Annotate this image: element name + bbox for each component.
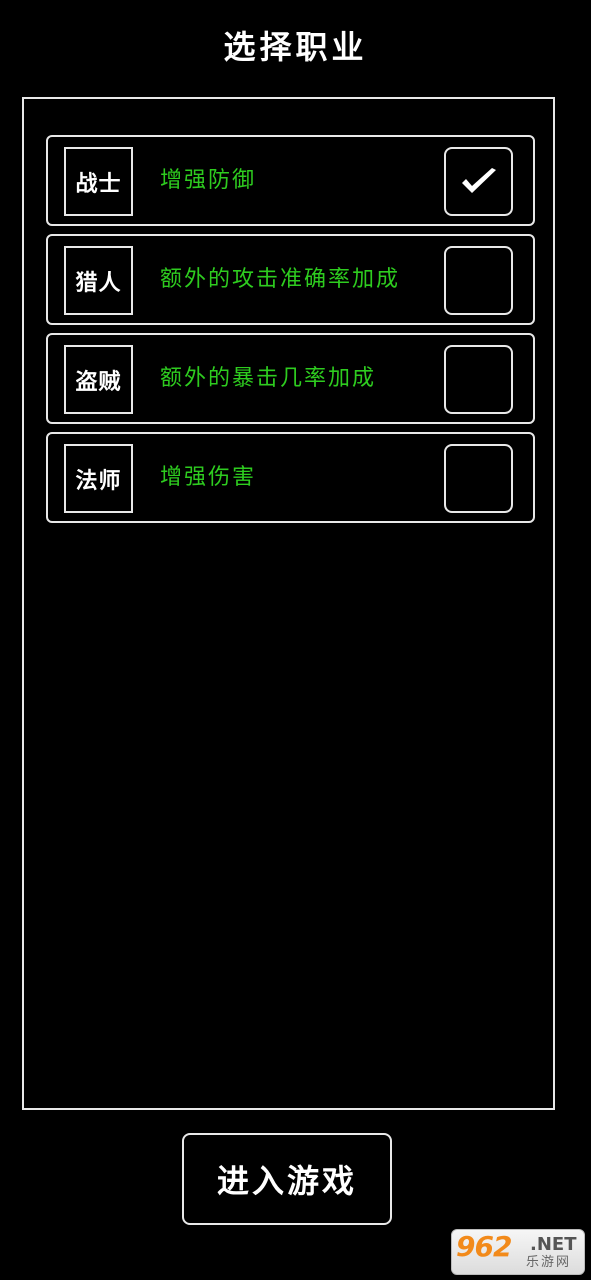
class-description: 增强防御: [160, 168, 257, 193]
class-description: 额外的攻击准确率加成: [160, 267, 401, 292]
enter-game-button[interactable]: 进入游戏: [182, 1133, 392, 1225]
watermark-sub: 乐游网: [526, 1255, 572, 1270]
checkmark-icon: [459, 166, 499, 198]
class-list: 战士 增强防御 猎人 额外的攻击准确率加成 盗贼 额外的暴击几率加成 法师 增强…: [46, 135, 535, 531]
watermark-number: 962: [456, 1230, 512, 1263]
class-checkbox[interactable]: [444, 147, 513, 216]
class-option-rogue[interactable]: 盗贼 额外的暴击几率加成: [46, 333, 535, 424]
class-checkbox[interactable]: [444, 246, 513, 315]
class-checkbox[interactable]: [444, 444, 513, 513]
class-name: 盗贼: [64, 345, 133, 414]
class-name: 战士: [64, 147, 133, 216]
class-selection-panel: 战士 增强防御 猎人 额外的攻击准确率加成 盗贼 额外的暴击几率加成 法师 增强…: [22, 97, 555, 1110]
class-name: 猎人: [64, 246, 133, 315]
class-description: 额外的暴击几率加成: [160, 366, 377, 391]
class-checkbox[interactable]: [444, 345, 513, 414]
class-option-mage[interactable]: 法师 增强伤害: [46, 432, 535, 523]
site-watermark-logo: 962 .NET 乐游网: [451, 1229, 585, 1275]
class-description: 增强伤害: [160, 465, 257, 490]
class-option-hunter[interactable]: 猎人 额外的攻击准确率加成: [46, 234, 535, 325]
class-name: 法师: [64, 444, 133, 513]
watermark-net: .NET: [530, 1234, 577, 1255]
page-title: 选择职业: [223, 28, 368, 66]
class-option-warrior[interactable]: 战士 增强防御: [46, 135, 535, 226]
